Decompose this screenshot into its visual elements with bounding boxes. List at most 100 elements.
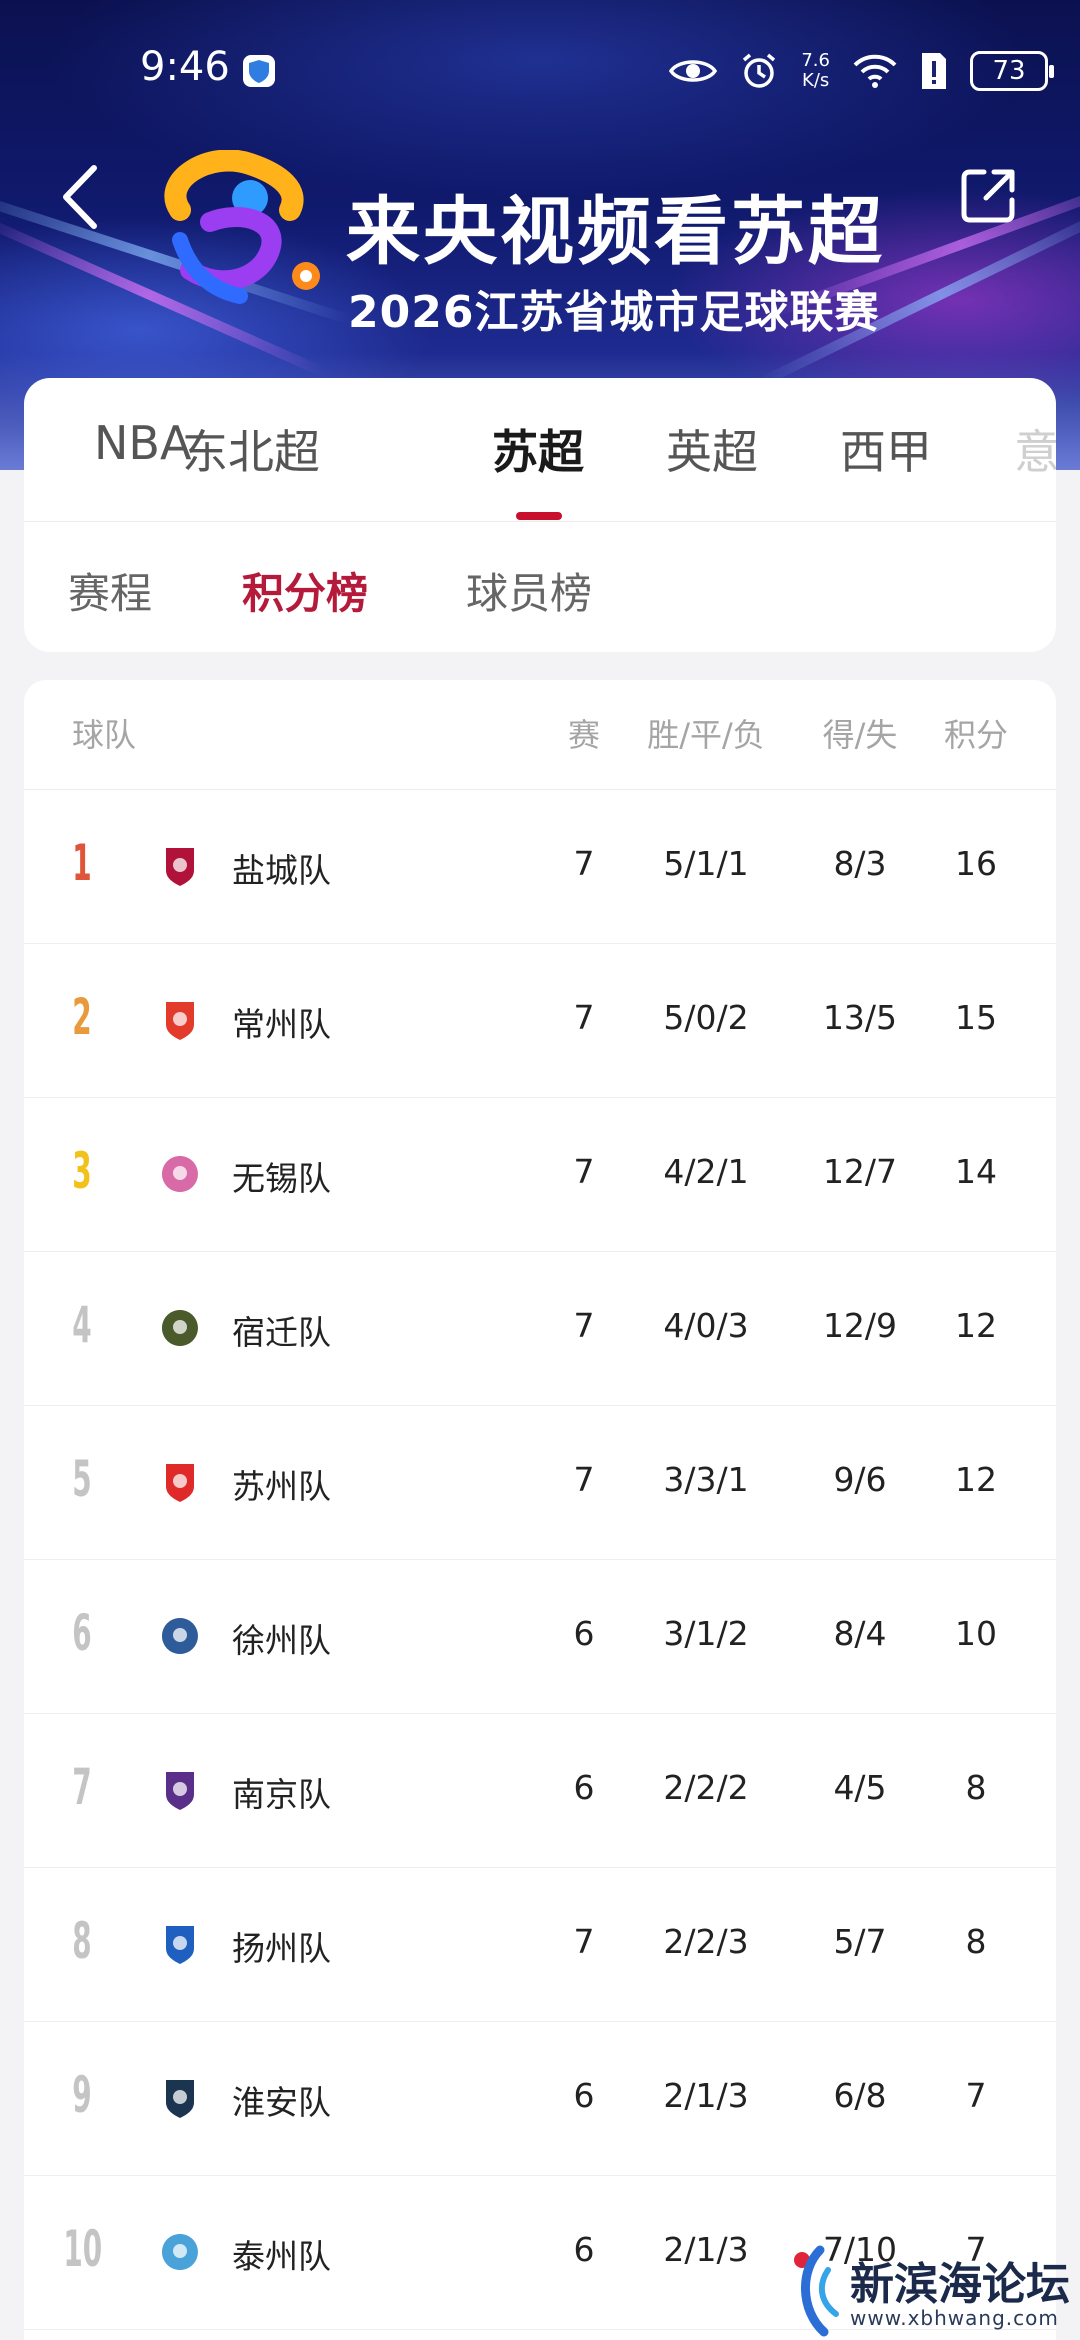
- active-tab-indicator: [516, 512, 562, 520]
- battery-indicator: 73: [970, 51, 1054, 91]
- tab-yijia[interactable]: 意: [1014, 416, 1056, 482]
- rank-number: 10: [63, 2220, 103, 2278]
- matches-played: 7: [573, 1922, 595, 1961]
- goals-for-against: 13/5: [822, 998, 898, 1037]
- subtab-standings[interactable]: 积分榜: [242, 560, 368, 621]
- rank-number: 3: [72, 1142, 92, 1200]
- points: 7: [965, 2076, 987, 2115]
- tabs-card: NBA 东北超 苏超 英超 西甲 意 赛程 积分榜 球员榜: [24, 378, 1056, 652]
- team-name: 盐城队: [232, 851, 331, 890]
- table-row[interactable]: 3 无锡队 7 4/2/1 12/7 14: [24, 1098, 1056, 1252]
- banner-subtitle: 2026江苏省城市足球联赛: [348, 287, 880, 338]
- eye-icon: [669, 60, 718, 82]
- subtab-schedule[interactable]: 赛程: [68, 560, 152, 621]
- win-draw-loss: 5/1/1: [663, 844, 749, 883]
- tab-suchao[interactable]: 苏超: [492, 416, 584, 482]
- team-logo-icon: [161, 1156, 198, 1192]
- team-logo-icon: [166, 2080, 194, 2118]
- team-logo-icon: [166, 1464, 194, 1502]
- rank-number: 7: [72, 1758, 92, 1816]
- net-speed-unit: K/s: [802, 70, 830, 91]
- banner-title: 来央视频看苏超: [346, 189, 885, 275]
- rank-number: 5: [72, 1450, 92, 1508]
- points: 12: [955, 1306, 997, 1345]
- rank-number: 9: [72, 2066, 92, 2124]
- goals-for-against: 9/6: [833, 1460, 887, 1499]
- table-row[interactable]: 8 扬州队 7 2/2/3 5/7 8: [24, 1868, 1056, 2022]
- table-row[interactable]: 1 盐城队 7 5/1/1 8/3 16: [24, 790, 1056, 944]
- status-time: 9:46: [140, 44, 230, 90]
- points: 8: [965, 1922, 987, 1961]
- share-icon[interactable]: [956, 164, 1020, 228]
- team-name: 常州队: [232, 1005, 331, 1044]
- win-draw-loss: 3/1/2: [663, 1614, 749, 1653]
- sim-alert-icon: [922, 53, 946, 89]
- table-row[interactable]: 4 宿迁队 7 4/0/3 12/9 12: [24, 1252, 1056, 1406]
- matches-played: 7: [573, 844, 595, 883]
- table-row[interactable]: 5 苏州队 7 3/3/1 9/6 12: [24, 1406, 1056, 1560]
- win-draw-loss: 3/3/1: [663, 1460, 749, 1499]
- matches-played: 7: [573, 1152, 595, 1191]
- shield-icon: [243, 55, 275, 87]
- status-icons: 7.6 K/s 73: [669, 46, 1054, 96]
- team-name: 苏州队: [232, 1467, 331, 1506]
- status-bar: 9:46 7.6 K/s 73: [0, 36, 1080, 106]
- team-name: 淮安队: [232, 2083, 331, 2122]
- goals-for-against: 4/5: [833, 1768, 887, 1807]
- win-draw-loss: 2/1/3: [663, 2076, 749, 2115]
- goals-for-against: 12/7: [822, 1152, 898, 1191]
- win-draw-loss: 4/0/3: [663, 1306, 749, 1345]
- network-speed: 7.6 K/s: [801, 51, 830, 91]
- team-logo-icon: [166, 1926, 194, 1964]
- table-header: 球队 赛 胜/平/负 得/失 积分: [24, 680, 1056, 790]
- points: 12: [955, 1460, 997, 1499]
- points: 8: [965, 1768, 987, 1807]
- team-name: 徐州队: [232, 1621, 331, 1660]
- team-name: 宿迁队: [232, 1313, 331, 1352]
- goals-for-against: 8/3: [833, 844, 887, 883]
- tab-yingchao[interactable]: 英超: [666, 416, 758, 482]
- points: 10: [955, 1614, 997, 1653]
- team-name: 泰州队: [232, 2237, 331, 2276]
- win-draw-loss: 2/2/3: [663, 1922, 749, 1961]
- points: 15: [955, 998, 997, 1037]
- header-team: 球队: [72, 716, 137, 754]
- matches-played: 7: [573, 998, 595, 1037]
- tab-dongbeichao[interactable]: 东北超: [182, 416, 320, 482]
- win-draw-loss: 4/2/1: [663, 1152, 749, 1191]
- win-draw-loss: 2/1/3: [663, 2230, 749, 2269]
- points: 16: [955, 844, 997, 883]
- matches-played: 6: [573, 2076, 595, 2115]
- wifi-icon: [853, 54, 897, 88]
- header-played: 赛: [567, 716, 600, 754]
- matches-played: 7: [573, 1460, 595, 1499]
- rank-number: 1: [72, 834, 92, 892]
- table-row[interactable]: 7 南京队 6 2/2/2 4/5 8: [24, 1714, 1056, 1868]
- team-name: 无锡队: [232, 1159, 331, 1198]
- back-arrow-icon[interactable]: [56, 162, 106, 232]
- goals-for-against: 6/8: [833, 2076, 887, 2115]
- matches-played: 6: [573, 1614, 595, 1653]
- team-logo-icon: [161, 1310, 198, 1346]
- team-name: 南京队: [232, 1775, 331, 1814]
- win-draw-loss: 2/2/2: [663, 1768, 749, 1807]
- tab-nba[interactable]: NBA: [94, 416, 191, 470]
- tab-xijia[interactable]: 西甲: [840, 416, 932, 482]
- watermark-text: 新滨海论坛: [850, 2259, 1070, 2310]
- rank-number: 4: [72, 1296, 92, 1354]
- table-row[interactable]: 9 淮安队 6 2/1/3 6/8 7: [24, 2022, 1056, 2176]
- su-super-league-logo: [164, 150, 320, 304]
- subtab-players[interactable]: 球员榜: [466, 560, 592, 621]
- points: 14: [955, 1152, 997, 1191]
- rank-number: 8: [72, 1912, 92, 1970]
- rank-number: 6: [72, 1604, 92, 1662]
- table-row[interactable]: 2 常州队 7 5/0/2 13/5 15: [24, 944, 1056, 1098]
- goals-for-against: 12/9: [822, 1306, 898, 1345]
- matches-played: 6: [573, 2230, 595, 2269]
- league-tab-bar: NBA 东北超 苏超 英超 西甲 意: [24, 378, 1056, 522]
- table-row[interactable]: 6 徐州队 6 3/1/2 8/4 10: [24, 1560, 1056, 1714]
- net-speed-value: 7.6: [801, 50, 830, 71]
- header-goals: 得/失: [822, 716, 898, 754]
- header-points: 积分: [943, 716, 1008, 754]
- team-logo-icon: [166, 848, 194, 886]
